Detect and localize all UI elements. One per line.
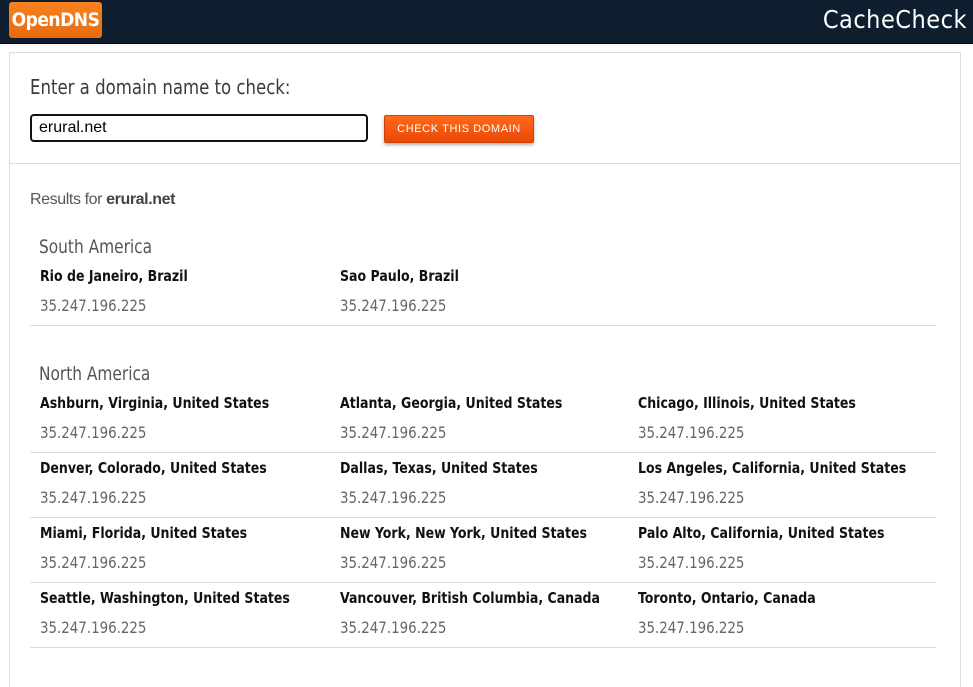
region-title: North America <box>39 363 151 385</box>
location-name: Chicago, Illinois, United States <box>638 394 856 412</box>
location-name: Toronto, Ontario, Canada <box>638 589 816 607</box>
results-row: Seattle, Washington, United States 35.24… <box>30 583 936 648</box>
ip-address: 35.247.196.225 <box>40 423 147 442</box>
location-name: Denver, Colorado, United States <box>40 459 267 477</box>
results-heading: Results for erural.net <box>30 191 175 209</box>
ip-address: 35.247.196.225 <box>340 423 447 442</box>
location-name: Dallas, Texas, United States <box>340 459 538 477</box>
results-row: Denver, Colorado, United States 35.247.1… <box>30 453 936 518</box>
ip-address: 35.247.196.225 <box>40 488 147 507</box>
ip-address: 35.247.196.225 <box>638 618 745 637</box>
results-domain: erural.net <box>106 191 176 208</box>
app-title: CacheCheck <box>822 5 967 34</box>
results-row: Miami, Florida, United States 35.247.196… <box>30 518 936 583</box>
location-result: Dallas, Texas, United States 35.247.196.… <box>340 453 553 513</box>
location-result: Miami, Florida, United States 35.247.196… <box>40 518 263 578</box>
location-result: Los Angeles, California, United States 3… <box>638 453 926 513</box>
location-result: Seattle, Washington, United States 35.24… <box>40 583 309 643</box>
location-result: Palo Alto, California, United States 35.… <box>638 518 903 578</box>
ip-address: 35.247.196.225 <box>340 618 447 637</box>
location-result: Rio de Janeiro, Brazil 35.247.196.225 <box>40 261 199 321</box>
location-result: Ashburn, Virginia, United States 35.247.… <box>40 388 286 448</box>
ip-address: 35.247.196.225 <box>40 618 147 637</box>
location-name: Atlanta, Georgia, United States <box>340 394 563 412</box>
ip-address: 35.247.196.225 <box>340 296 447 315</box>
location-result: New York, New York, United States 35.247… <box>340 518 606 578</box>
region-south-america: South America Rio de Janeiro, Brazil 35.… <box>30 233 936 326</box>
location-name: Vancouver, British Columbia, Canada <box>340 589 601 607</box>
domain-prompt-label: Enter a domain name to check: <box>30 75 291 99</box>
region-title: South America <box>39 236 153 258</box>
location-result: Vancouver, British Columbia, Canada 35.2… <box>340 583 620 643</box>
top-bar: OpenDNS CacheCheck <box>0 0 973 44</box>
opendns-logo[interactable]: OpenDNS <box>9 2 102 38</box>
location-name: Miami, Florida, United States <box>40 524 248 542</box>
domain-check-form: Enter a domain name to check: CHECK THIS… <box>10 53 960 164</box>
location-name: Ashburn, Virginia, United States <box>40 394 270 412</box>
check-domain-button[interactable]: CHECK THIS DOMAIN <box>384 115 534 143</box>
results-prefix: Results for <box>30 191 103 208</box>
results-row: Ashburn, Virginia, United States 35.247.… <box>30 388 936 453</box>
location-name: Seattle, Washington, United States <box>40 589 290 607</box>
ip-address: 35.247.196.225 <box>340 488 447 507</box>
location-name: Palo Alto, California, United States <box>638 524 885 542</box>
results-row: Rio de Janeiro, Brazil 35.247.196.225 Sa… <box>30 261 936 326</box>
location-result: Chicago, Illinois, United States 35.247.… <box>638 388 872 448</box>
location-result: Toronto, Ontario, Canada 35.247.196.225 <box>638 583 829 643</box>
location-result: Atlanta, Georgia, United States 35.247.1… <box>340 388 579 448</box>
location-result: Sao Paulo, Brazil 35.247.196.225 <box>340 261 468 321</box>
ip-address: 35.247.196.225 <box>340 553 447 572</box>
ip-address: 35.247.196.225 <box>40 296 147 315</box>
ip-address: 35.247.196.225 <box>40 553 147 572</box>
location-name: Rio de Janeiro, Brazil <box>40 267 188 285</box>
ip-address: 35.247.196.225 <box>638 553 745 572</box>
ip-address: 35.247.196.225 <box>638 423 745 442</box>
main-panel: Enter a domain name to check: CHECK THIS… <box>9 52 961 687</box>
location-name: Los Angeles, California, United States <box>638 459 907 477</box>
location-result: Denver, Colorado, United States 35.247.1… <box>40 453 284 513</box>
domain-input[interactable] <box>30 114 368 142</box>
region-north-america: North America Ashburn, Virginia, United … <box>30 360 936 648</box>
ip-address: 35.247.196.225 <box>638 488 745 507</box>
location-name: New York, New York, United States <box>340 524 587 542</box>
location-name: Sao Paulo, Brazil <box>340 267 459 285</box>
